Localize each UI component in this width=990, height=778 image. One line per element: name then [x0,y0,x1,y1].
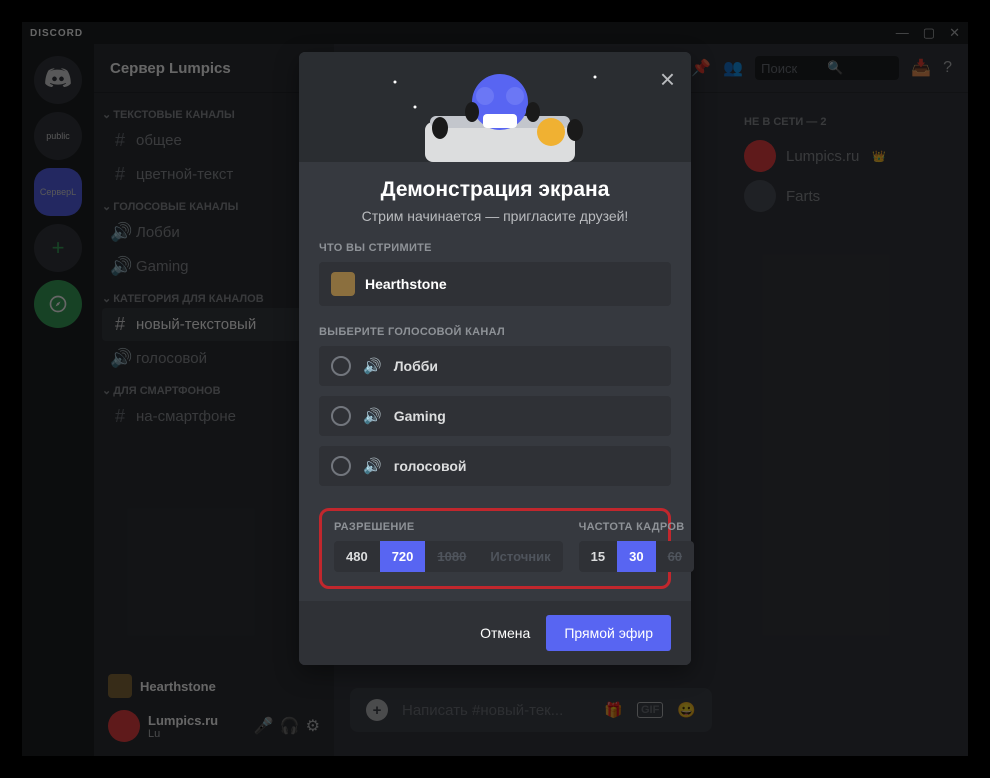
framerate-option-15[interactable]: 15 [579,541,617,572]
speaker-icon: 🔊 [363,457,382,475]
app-icon [331,272,355,296]
framerate-label: ЧАСТОТА КАДРОВ [579,521,694,533]
radio-icon [331,456,351,476]
resolution-option-source: Источник [478,541,562,572]
voice-channel-option[interactable]: 🔊голосовой [319,446,671,486]
what-label: ЧТО ВЫ СТРИМИТЕ [319,242,671,254]
resolution-option-480[interactable]: 480 [334,541,380,572]
voice-label: ВЫБЕРИТЕ ГОЛОСОВОЙ КАНАЛ [319,326,671,338]
framerate-selector: 15 30 60 [579,541,694,572]
cancel-button[interactable]: Отмена [480,615,530,651]
go-live-button[interactable]: Прямой эфир [546,615,671,651]
framerate-option-30[interactable]: 30 [617,541,655,572]
voice-channel-option[interactable]: 🔊Лобби [319,346,671,386]
stream-target[interactable]: Hearthstone [319,262,671,306]
radio-icon [331,356,351,376]
close-button[interactable]: × [660,66,675,92]
modal-footer: Отмена Прямой эфир [299,601,691,665]
modal-title: Демонстрация экрана [319,178,671,202]
quality-settings-highlight: РАЗРЕШЕНИЕ 480 720 1080 Источник ЧАСТОТА… [319,508,671,589]
resolution-selector: 480 720 1080 Источник [334,541,563,572]
modal-hero-image [299,52,691,162]
resolution-option-1080: 1080 [425,541,478,572]
speaker-icon: 🔊 [363,357,382,375]
framerate-option-60: 60 [656,541,694,572]
voice-channel-option[interactable]: 🔊Gaming [319,396,671,436]
resolution-label: РАЗРЕШЕНИЕ [334,521,563,533]
speaker-icon: 🔊 [363,407,382,425]
screen-share-modal: × Демонстрация экрана Стрим начинается —… [299,52,691,665]
resolution-option-720[interactable]: 720 [380,541,426,572]
modal-overlay: × Демонстрация экрана Стрим начинается —… [0,0,990,778]
modal-subtitle: Стрим начинается — пригласите друзей! [319,208,671,224]
radio-icon [331,406,351,426]
